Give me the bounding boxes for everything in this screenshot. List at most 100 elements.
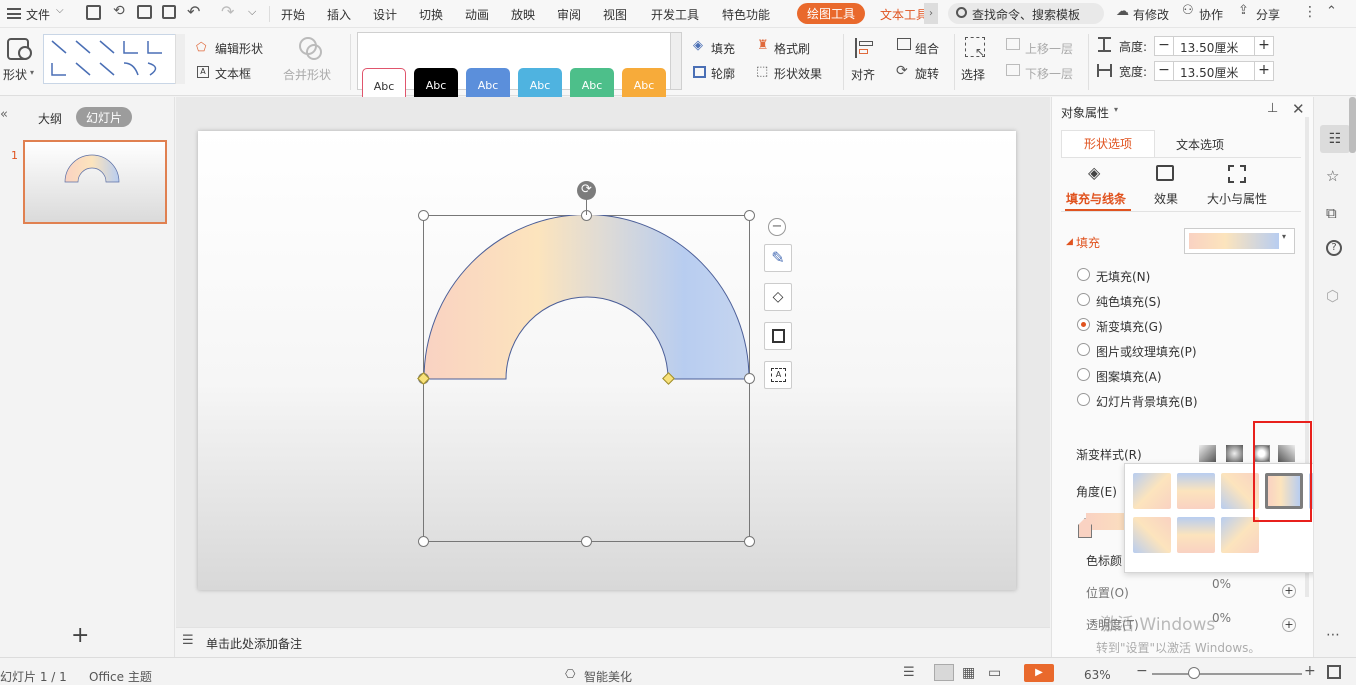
group-button[interactable]: 组合 [915, 40, 939, 57]
close-icon[interactable]: ✕ [1292, 100, 1305, 118]
slide-thumbnail[interactable] [23, 140, 167, 224]
fill-tool-icon[interactable]: ◇ [764, 283, 792, 311]
undo-icon[interactable]: ↶ [187, 2, 200, 21]
tab-design[interactable]: 设计 [373, 6, 397, 23]
animation-icon[interactable]: ☆ [1326, 167, 1339, 185]
save-icon[interactable] [86, 5, 101, 20]
radio-slide-bg-fill[interactable] [1077, 393, 1090, 406]
zoom-in-button[interactable]: + [1304, 663, 1316, 679]
bring-forward-button[interactable]: 上移一层 [1025, 40, 1073, 57]
collapse-ribbon-icon[interactable]: ⌃ [1326, 4, 1337, 19]
preset-vertical-2[interactable] [1177, 517, 1215, 553]
option-picture-fill[interactable]: 图片或纹理填充(P) [1096, 343, 1197, 360]
preset-vertical-1[interactable] [1177, 473, 1215, 509]
tab-view[interactable]: 视图 [603, 6, 627, 23]
fit-window-icon[interactable] [1327, 665, 1341, 679]
gradient-radial-button[interactable] [1226, 445, 1243, 462]
option-no-fill[interactable]: 无填充(N) [1096, 268, 1150, 285]
pin-icon[interactable]: ⊥ [1267, 101, 1278, 116]
search-box[interactable]: 查找命令、搜索模板 [948, 3, 1104, 24]
tab-text-tools[interactable]: 文本工具 [880, 6, 924, 23]
cloud-save-icon[interactable]: ⟲ [113, 3, 125, 19]
hamburger-icon[interactable] [7, 8, 21, 19]
text-box-button[interactable]: 文本框 [215, 65, 251, 82]
backup-icon[interactable]: ⬡ [1326, 287, 1339, 305]
option-pattern-fill[interactable]: 图案填充(A) [1096, 368, 1162, 385]
position-value[interactable]: 0% [1212, 577, 1231, 591]
pane-title[interactable]: 对象属性 [1061, 104, 1109, 121]
outline-button[interactable]: 轮廓 [711, 65, 735, 82]
rotate-handle-icon[interactable]: ⟳ [577, 181, 596, 200]
tab-review[interactable]: 审阅 [557, 6, 581, 23]
resize-handle-br[interactable] [744, 536, 755, 547]
sorter-view-icon[interactable]: ▦ [962, 665, 975, 681]
tab-slides[interactable]: 幻灯片 [76, 107, 133, 127]
notes-area[interactable]: ☰ 单击此处添加备注 [176, 627, 1050, 657]
style-gallery-scroll[interactable] [670, 32, 682, 90]
arch-shape[interactable] [423, 215, 751, 415]
help-icon[interactable]: ? [1326, 240, 1342, 256]
collapse-tools-icon[interactable]: − [768, 218, 786, 236]
radio-no-fill[interactable] [1077, 268, 1090, 281]
gradient-linear-button[interactable] [1199, 445, 1216, 462]
customize-icon[interactable]: ⌵ [248, 5, 256, 19]
tab-transition[interactable]: 切换 [419, 6, 443, 23]
more-icon[interactable]: ⋯ [1326, 627, 1340, 643]
edit-shape-button[interactable]: 编辑形状 [215, 40, 263, 57]
collapse-triangle-icon[interactable]: ◢ [1066, 237, 1073, 247]
tab-developer[interactable]: 开发工具 [651, 6, 699, 23]
tab-special[interactable]: 特色功能 [722, 6, 770, 23]
text-wrap-tool-icon[interactable]: A [764, 361, 792, 389]
gallery-scroll[interactable] [175, 34, 185, 84]
sub-tab-effects[interactable]: 效果 [1154, 190, 1178, 207]
radio-solid-fill[interactable] [1077, 293, 1090, 306]
share-button[interactable]: 分享 [1256, 6, 1280, 23]
properties-icon[interactable]: ☷ [1320, 125, 1350, 153]
option-gradient-fill[interactable]: 渐变填充(G) [1096, 318, 1163, 335]
position-increase-icon[interactable]: + [1282, 584, 1296, 598]
align-button[interactable]: 对齐 [851, 66, 875, 83]
theme-name[interactable]: Office 主题 [89, 668, 152, 685]
merge-shape-button[interactable]: 合并形状 [283, 66, 331, 83]
preset-diagonal-1[interactable] [1133, 473, 1171, 509]
rotate-button[interactable]: 旋转 [915, 65, 939, 82]
width-increase-button[interactable]: + [1254, 61, 1274, 81]
reading-view-icon[interactable]: ▭ [988, 665, 1001, 681]
tab-drawing-tools[interactable]: 绘图工具 [797, 3, 866, 24]
play-slideshow-button[interactable]: ▶ [1024, 664, 1054, 682]
normal-view-icon[interactable] [934, 664, 954, 681]
shape-effects-button[interactable]: 形状效果 [774, 65, 822, 82]
zoom-out-button[interactable]: − [1136, 663, 1148, 679]
print-preview-icon[interactable] [162, 5, 176, 19]
outline-tool-icon[interactable] [764, 322, 792, 350]
preset-diagonal-3[interactable] [1133, 517, 1171, 553]
format-painter-button[interactable]: 格式刷 [774, 40, 810, 57]
pen-tool-icon[interactable]: ✎ [764, 244, 792, 272]
modified-status[interactable]: 有修改 [1133, 6, 1169, 23]
resize-handle-bl[interactable] [418, 536, 429, 547]
lines-gallery[interactable] [43, 34, 185, 84]
smart-beautify-button[interactable]: 智能美化 [584, 668, 632, 685]
radio-gradient-fill[interactable] [1077, 318, 1090, 331]
option-solid-fill[interactable]: 纯色填充(S) [1096, 293, 1161, 310]
notes-toggle-icon[interactable]: ☰ [903, 665, 915, 680]
resize-handle-tl[interactable] [418, 210, 429, 221]
resize-handle-mr[interactable] [744, 373, 755, 384]
more-options-icon[interactable]: ⋮ [1303, 4, 1317, 20]
preset-diagonal-4[interactable] [1221, 517, 1259, 553]
shape-button[interactable]: 形状 [3, 66, 27, 83]
tab-slideshow[interactable]: 放映 [511, 6, 535, 23]
redo-icon[interactable]: ↷ [221, 2, 234, 21]
width-input[interactable]: 13.50厘米 [1173, 61, 1255, 81]
radio-pattern-fill[interactable] [1077, 368, 1090, 381]
height-input[interactable]: 13.50厘米 [1173, 36, 1255, 56]
slide-switch-icon[interactable]: ⧉ [1326, 204, 1337, 222]
more-tabs-button[interactable]: › [924, 3, 938, 24]
sub-tab-fill-line[interactable]: 填充与线条 [1066, 190, 1126, 207]
zoom-slider-thumb[interactable] [1188, 667, 1200, 679]
width-decrease-button[interactable]: − [1154, 61, 1174, 81]
tab-outline[interactable]: 大纲 [38, 110, 62, 127]
tab-insert[interactable]: 插入 [327, 6, 351, 23]
add-slide-icon[interactable]: + [71, 623, 89, 648]
zoom-slider-track[interactable] [1152, 673, 1302, 675]
